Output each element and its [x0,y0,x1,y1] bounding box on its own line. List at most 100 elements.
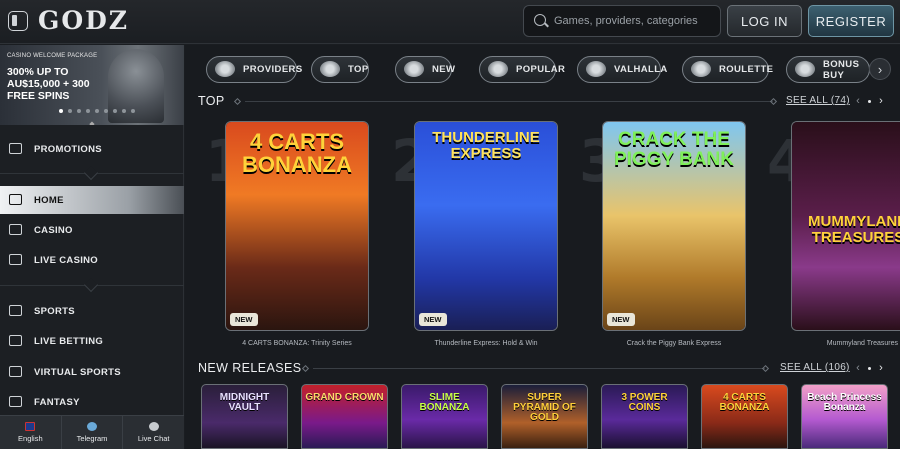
sidebar-item-promotions[interactable]: PROMOTIONS [0,135,184,163]
gift-icon [9,143,22,154]
promo-handle-icon: ◆ [89,121,95,125]
star-icon [488,61,508,77]
sidebar-item-live-betting[interactable]: LIVE BETTING [0,327,184,355]
top-page-dot [868,100,871,103]
game-card-super-pyramid-of-gold[interactable]: SUPER PYRAMID OF GOLD [501,384,588,449]
game-title: MUMMYLAND TREASURES [808,213,900,246]
game-title: SUPER PYRAMID OF GOLD [513,392,576,423]
section-line [313,368,765,369]
category-next-button[interactable]: › [869,58,891,80]
category-label: TOP [348,64,369,75]
game-card-beach-princess-bonanza[interactable]: Beach Princess Bonanza [801,384,888,449]
promo-dot[interactable] [131,109,135,113]
sidebar-item-label: LIVE BETTING [34,335,104,347]
section-ornament [233,97,242,106]
search-placeholder: Games, providers, categories [554,15,698,27]
game-card-3-power-coins[interactable]: 3 POWER COINS [601,384,688,449]
sidebar-item-label: PROMOTIONS [34,143,102,155]
game-card-4-carts-bonanza-small[interactable]: 4 CARTS BONANZA [701,384,788,449]
category-bar: PROVIDERS TOP NEW POPULAR VALHALLA ROULE… [185,45,900,95]
sidebar-item-fantasy[interactable]: FANTASY [0,388,184,416]
game-title: 3 POWER COINS [621,392,668,413]
sidebar-item-label: FANTASY [34,396,80,408]
bell-icon [404,61,424,77]
sidebar-item-live-casino[interactable]: LIVE CASINO [0,246,184,274]
sidebar-toggle-icon[interactable] [8,11,28,31]
new-prev-arrow-icon[interactable]: ‹ [852,361,864,375]
see-all-new-releases-link[interactable]: SEE ALL (106) [780,362,850,373]
category-label: BONUS BUY [823,58,860,81]
game-caption: 4 CARTS BONANZA: Trinity Series [242,340,352,347]
promo-dot[interactable] [68,109,72,113]
sidebar-footer: English Telegram Live Chat [0,415,184,449]
chat-icon [148,422,159,431]
category-top[interactable]: TOP [311,56,369,83]
sidebar-item-home[interactable]: HOME [0,186,184,214]
slot-machine-icon [9,224,22,235]
game-title: SLIME BONANZA [419,392,470,413]
sidebar-item-label: SPORTS [34,305,75,317]
promo-headline: 300% UP TO AU$15,000 + 300 FREE SPINS [7,66,90,102]
sidebar-item-virtual-sports[interactable]: VIRTUAL SPORTS [0,358,184,386]
live-chat-label: Live Chat [137,434,170,443]
telegram-label: Telegram [76,434,108,443]
promo-dot[interactable] [95,109,99,113]
category-providers[interactable]: PROVIDERS [206,56,302,83]
game-card-crack-the-piggy-bank[interactable]: CRACK THE PIGGY BANK NEW [602,121,746,331]
section-ornament [301,364,310,373]
search-input[interactable]: Games, providers, categories [523,5,721,37]
promo-dot[interactable] [59,109,63,113]
game-card-midnight-vault[interactable]: MIDNIGHT VAULT [201,384,288,449]
category-label: POPULAR [516,64,566,75]
castle-icon [586,61,606,77]
category-roulette[interactable]: ROULETTE [682,56,773,83]
sidebar-item-label: VIRTUAL SPORTS [34,366,121,378]
promo-dot[interactable] [86,109,90,113]
sidebar-item-label: LIVE CASINO [34,254,99,266]
top-prev-arrow-icon[interactable]: ‹ [852,94,864,108]
new-next-arrow-icon[interactable]: › [875,361,887,375]
virtual-icon [9,366,22,377]
promo-dot[interactable] [113,109,117,113]
sidebar-item-casino[interactable]: CASINO [0,216,184,244]
category-label: PROVIDERS [243,64,303,75]
game-caption: Crack the Piggy Bank Express [626,340,722,347]
cards-icon [9,254,22,265]
promo-banner[interactable]: CASINO WELCOME PACKAGE 300% UP TO AU$15,… [0,45,184,125]
section-ornament [761,364,770,373]
live-chat-button[interactable]: Live Chat [123,416,184,449]
promo-dot[interactable] [104,109,108,113]
sidebar-item-sports[interactable]: SPORTS [0,297,184,325]
category-valhalla[interactable]: VALHALLA [577,56,667,83]
login-button[interactable]: LOG IN [727,5,802,37]
sidebar-item-label: CASINO [34,224,73,236]
home-icon [9,194,22,205]
game-card-slime-bonanza[interactable]: SLIME BONANZA [401,384,488,449]
sidebar-item-label: HOME [34,194,64,206]
new-badge: NEW [230,313,258,326]
language-button[interactable]: English [0,416,62,449]
game-card-grand-crown[interactable]: GRAND CROWN [301,384,388,449]
shield-icon [9,396,22,407]
promo-dot[interactable] [122,109,126,113]
telegram-button[interactable]: Telegram [62,416,124,449]
game-title: 4 CARTS BONANZA [242,129,352,178]
game-card-thunderline-express[interactable]: THUNDERLINE EXPRESS NEW [414,121,558,331]
new-page-dot [868,367,871,370]
top-next-arrow-icon[interactable]: › [875,94,887,108]
promo-subtitle: CASINO WELCOME PACKAGE [7,53,98,59]
category-label: ROULETTE [719,64,774,75]
promo-dot[interactable] [77,109,81,113]
register-button[interactable]: REGISTER [808,5,894,37]
category-new[interactable]: NEW [395,56,455,83]
category-popular[interactable]: POPULAR [479,56,565,83]
category-bonus-buy[interactable]: BONUS BUY [786,56,870,83]
game-card-mummyland-treasures[interactable]: MUMMYLAND TREASURES [791,121,900,331]
game-title: CRACK THE PIGGY BANK [613,129,734,170]
see-all-top-link[interactable]: SEE ALL (74) [786,95,850,106]
soccer-ball-icon [9,305,22,316]
section-title-new-releases: NEW RELEASES [198,361,302,375]
logo[interactable]: GODZ [38,6,129,35]
main-content: PROVIDERS TOP NEW POPULAR VALHALLA ROULE… [185,45,900,449]
game-card-4-carts-bonanza[interactable]: 4 CARTS BONANZA NEW [225,121,369,331]
